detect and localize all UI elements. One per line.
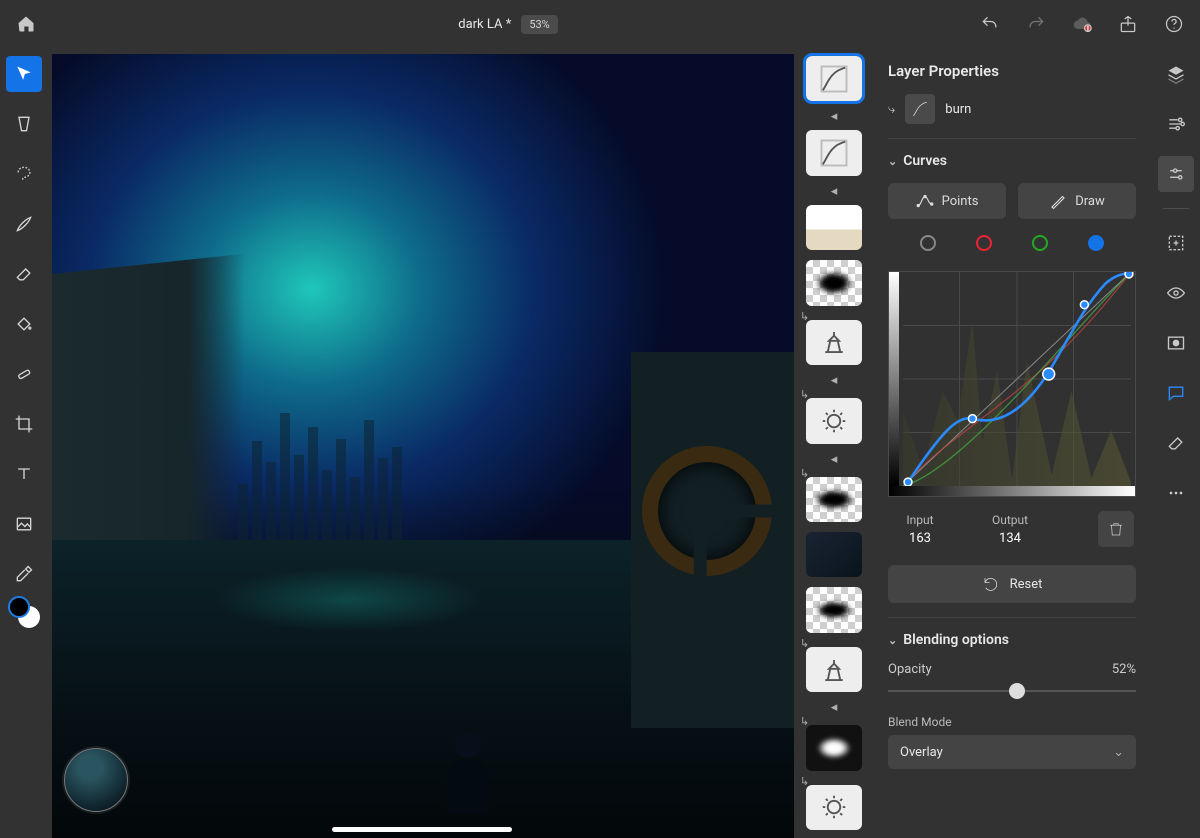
visibility-button[interactable] [1158,275,1194,311]
adjustments-button[interactable] [1158,156,1194,192]
more-button[interactable] [1158,475,1194,511]
curves-icon [905,94,935,124]
layer-mask-4[interactable] [806,725,862,770]
fill-tool[interactable] [6,306,42,342]
panel-title: Layer Properties [888,62,1136,80]
blending-section-toggle[interactable]: ⌄ Blending options [888,632,1136,648]
document-canvas[interactable] [52,54,794,838]
transform-tool[interactable] [6,106,42,142]
lasso-tool[interactable] [6,156,42,192]
comments-button[interactable] [1158,375,1194,411]
effects-button[interactable] [1158,425,1194,461]
help-button[interactable] [1162,12,1186,36]
left-toolbar [0,48,48,838]
clip-icon[interactable]: ⤷ [888,102,895,117]
layer-curves-2[interactable] [806,130,862,175]
blend-mode-select[interactable]: Overlay ⌄ [888,735,1136,769]
channel-red[interactable] [976,235,992,251]
chevron-down-icon: ⌄ [1113,745,1124,760]
home-indicator [332,827,512,832]
chevron-left-icon[interactable]: ◂ [831,184,838,199]
chevron-down-icon: ⌄ [888,155,897,168]
home-button[interactable] [14,12,38,36]
add-layer-button[interactable] [1158,225,1194,261]
filename: dark LA * [458,17,511,32]
chevron-left-icon[interactable]: ◂ [831,109,838,124]
chevron-down-icon: ⌄ [888,634,897,647]
redo-button[interactable] [1024,12,1048,36]
input-label: Input [906,513,933,527]
channel-selector [888,233,1136,253]
reset-button[interactable]: Reset [888,565,1136,603]
blend-mode-label: Blend Mode [888,715,1136,729]
channel-green[interactable] [1032,235,1048,251]
curves-section-toggle[interactable]: ⌄ Curves [888,153,1136,169]
foreground-color-swatch[interactable] [8,596,30,618]
crop-tool[interactable] [6,406,42,442]
delete-point-button[interactable] [1098,511,1134,547]
layer-properties-button[interactable] [1158,106,1194,142]
points-mode-button[interactable]: Points [888,183,1006,219]
type-tool[interactable] [6,456,42,492]
draw-mode-button[interactable]: Draw [1018,183,1136,219]
mask-button[interactable] [1158,325,1194,361]
cloud-sync-error-icon[interactable]: ! [1070,12,1094,36]
curves-graph[interactable] [888,271,1136,497]
place-image-tool[interactable] [6,506,42,542]
undo-button[interactable] [978,12,1002,36]
layer-person[interactable] [806,205,862,250]
layer-mask-3[interactable] [806,587,862,632]
chevron-left-icon[interactable]: ◂ [831,700,838,715]
touch-shortcut-button[interactable] [64,748,128,812]
channel-rgb[interactable] [920,235,936,251]
layer-color-balance-1[interactable] [806,320,862,365]
output-value[interactable]: 134 [999,531,1021,546]
opacity-slider[interactable] [888,681,1136,701]
brush-tool[interactable] [6,206,42,242]
right-toolbar [1152,48,1200,838]
layer-curves-1[interactable] [806,56,862,101]
channel-blue[interactable] [1088,235,1104,251]
layer-photo[interactable] [806,532,862,577]
layer-strip: ◂ ◂ ↳ ◂ ↳ ◂ ↳ ↳ ◂ ↳ ↳ [796,48,872,838]
eraser-tool[interactable] [6,256,42,292]
heal-tool[interactable] [6,356,42,392]
chevron-left-icon[interactable]: ◂ [831,373,838,388]
document-title: dark LA * 53% [458,15,557,34]
share-button[interactable] [1116,12,1140,36]
layer-mask-1[interactable] [806,260,862,305]
zoom-indicator[interactable]: 53% [521,15,557,34]
input-value[interactable]: 163 [909,531,931,546]
chevron-left-icon[interactable]: ◂ [831,452,838,467]
color-swatches[interactable] [8,596,40,628]
layer-name[interactable]: burn [945,102,971,117]
layer-mask-2[interactable] [806,477,862,522]
move-tool[interactable] [6,56,42,92]
output-label: Output [992,513,1028,527]
eyedropper-tool[interactable] [6,556,42,592]
opacity-label: Opacity [888,662,932,677]
canvas-area[interactable] [48,48,796,838]
layers-panel-button[interactable] [1158,56,1194,92]
opacity-value[interactable]: 52% [1112,662,1136,677]
layer-exposure-1[interactable] [806,398,862,443]
properties-panel: Layer Properties ⤷ burn ⌄ Curves Points … [872,48,1152,838]
layer-exposure-2[interactable] [806,785,862,830]
layer-color-balance-2[interactable] [806,647,862,692]
